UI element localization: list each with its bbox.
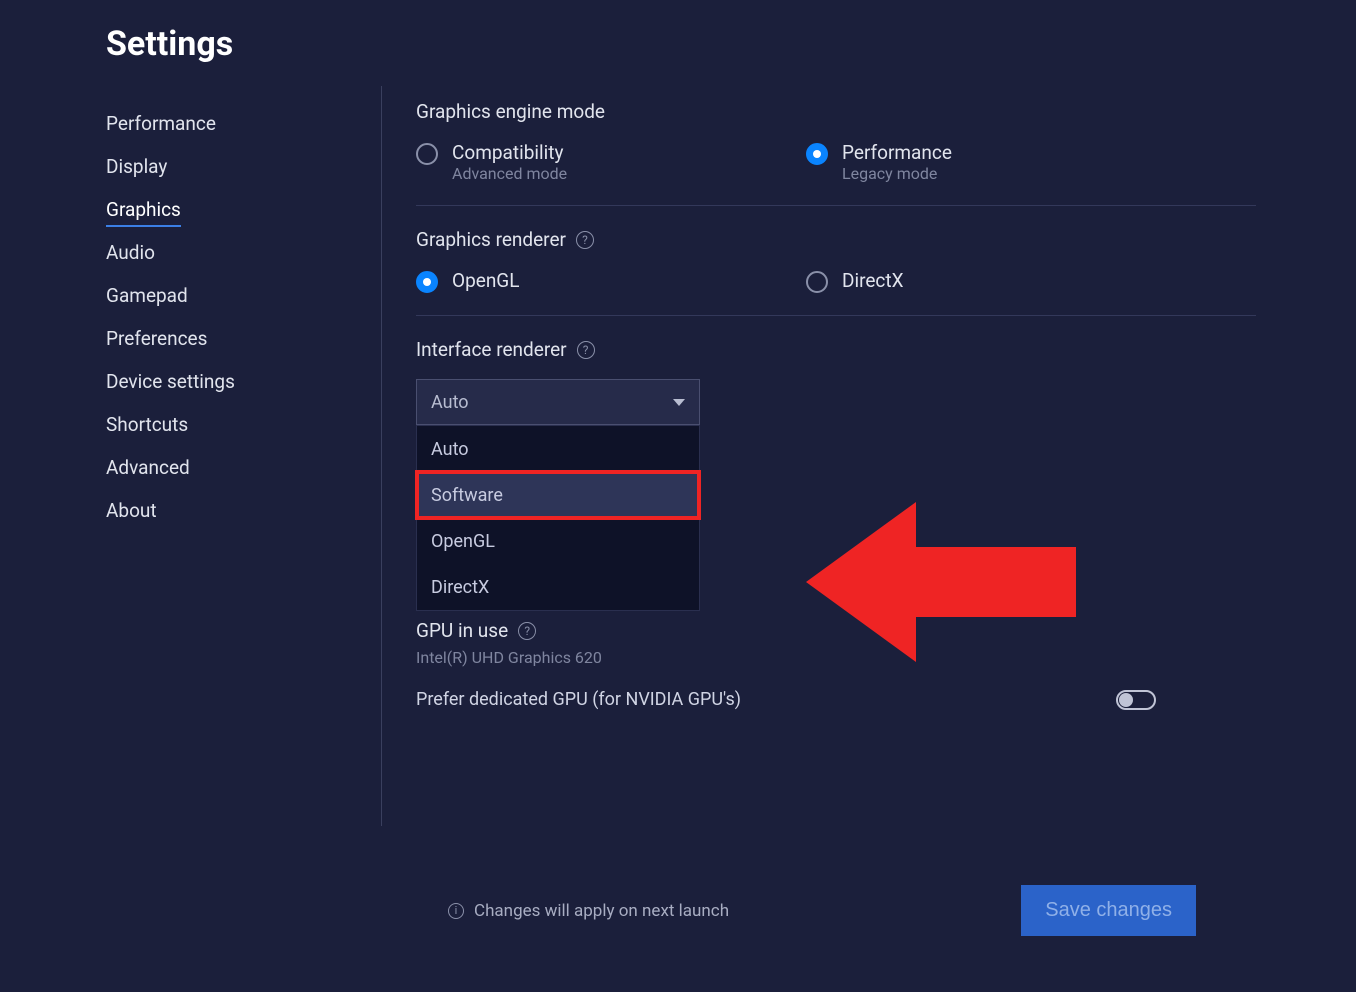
- chevron-down-icon: [673, 399, 685, 406]
- help-icon[interactable]: ?: [577, 341, 595, 359]
- sidebar-item-performance[interactable]: Performance: [106, 102, 381, 145]
- interface-renderer-heading: Interface renderer ?: [416, 338, 1256, 361]
- sidebar-item-gamepad[interactable]: Gamepad: [106, 274, 381, 317]
- radio-sublabel: Legacy mode: [842, 164, 952, 183]
- graphics-renderer-heading: Graphics renderer ?: [416, 228, 1256, 251]
- radio-icon: [806, 271, 828, 293]
- gpu-in-use-value: Intel(R) UHD Graphics 620: [416, 648, 1256, 667]
- dropdown-value: Auto: [431, 392, 469, 413]
- radio-icon: [806, 143, 828, 165]
- dropdown-item-opengl[interactable]: OpenGL: [417, 518, 699, 564]
- page-title: Settings: [106, 24, 1256, 64]
- dropdown-item-directx[interactable]: DirectX: [417, 564, 699, 610]
- sidebar-item-audio[interactable]: Audio: [106, 231, 381, 274]
- radio-sublabel: Advanced mode: [452, 164, 567, 183]
- sidebar-item-graphics[interactable]: Graphics: [106, 188, 381, 231]
- renderer-opengl[interactable]: OpenGL: [416, 269, 806, 293]
- engine-mode-performance[interactable]: Performance Legacy mode: [806, 141, 1196, 183]
- settings-main-panel: Graphics engine mode Compatibility Advan…: [382, 86, 1256, 826]
- dropdown-item-auto[interactable]: Auto: [417, 426, 699, 472]
- sidebar-item-about[interactable]: About: [106, 489, 381, 532]
- sidebar-item-display[interactable]: Display: [106, 145, 381, 188]
- radio-icon: [416, 143, 438, 165]
- radio-label: OpenGL: [452, 269, 519, 292]
- radio-label: DirectX: [842, 269, 904, 292]
- divider: [416, 315, 1256, 316]
- sidebar-item-shortcuts[interactable]: Shortcuts: [106, 403, 381, 446]
- info-icon: i: [448, 903, 464, 919]
- renderer-directx[interactable]: DirectX: [806, 269, 1196, 293]
- settings-sidebar: Performance Display Graphics Audio Gamep…: [106, 86, 382, 826]
- radio-icon: [416, 271, 438, 293]
- engine-mode-compatibility[interactable]: Compatibility Advanced mode: [416, 141, 806, 183]
- help-icon[interactable]: ?: [518, 622, 536, 640]
- prefer-dedicated-gpu-label: Prefer dedicated GPU (for NVIDIA GPU's): [416, 689, 741, 710]
- radio-label: Compatibility: [452, 141, 567, 164]
- prefer-dedicated-gpu-toggle[interactable]: [1116, 690, 1156, 710]
- interface-renderer-dropdown[interactable]: Auto: [416, 379, 700, 425]
- help-icon[interactable]: ?: [576, 231, 594, 249]
- engine-mode-heading: Graphics engine mode: [416, 100, 1256, 123]
- footer-note: i Changes will apply on next launch: [448, 901, 729, 921]
- sidebar-item-device-settings[interactable]: Device settings: [106, 360, 381, 403]
- sidebar-item-preferences[interactable]: Preferences: [106, 317, 381, 360]
- divider: [416, 205, 1256, 206]
- sidebar-item-advanced[interactable]: Advanced: [106, 446, 381, 489]
- save-changes-button[interactable]: Save changes: [1021, 885, 1196, 936]
- dropdown-item-software[interactable]: Software: [417, 472, 699, 518]
- gpu-in-use-heading: GPU in use ?: [416, 619, 1256, 642]
- radio-label: Performance: [842, 141, 952, 164]
- interface-renderer-dropdown-list: Auto Software OpenGL DirectX: [416, 425, 700, 611]
